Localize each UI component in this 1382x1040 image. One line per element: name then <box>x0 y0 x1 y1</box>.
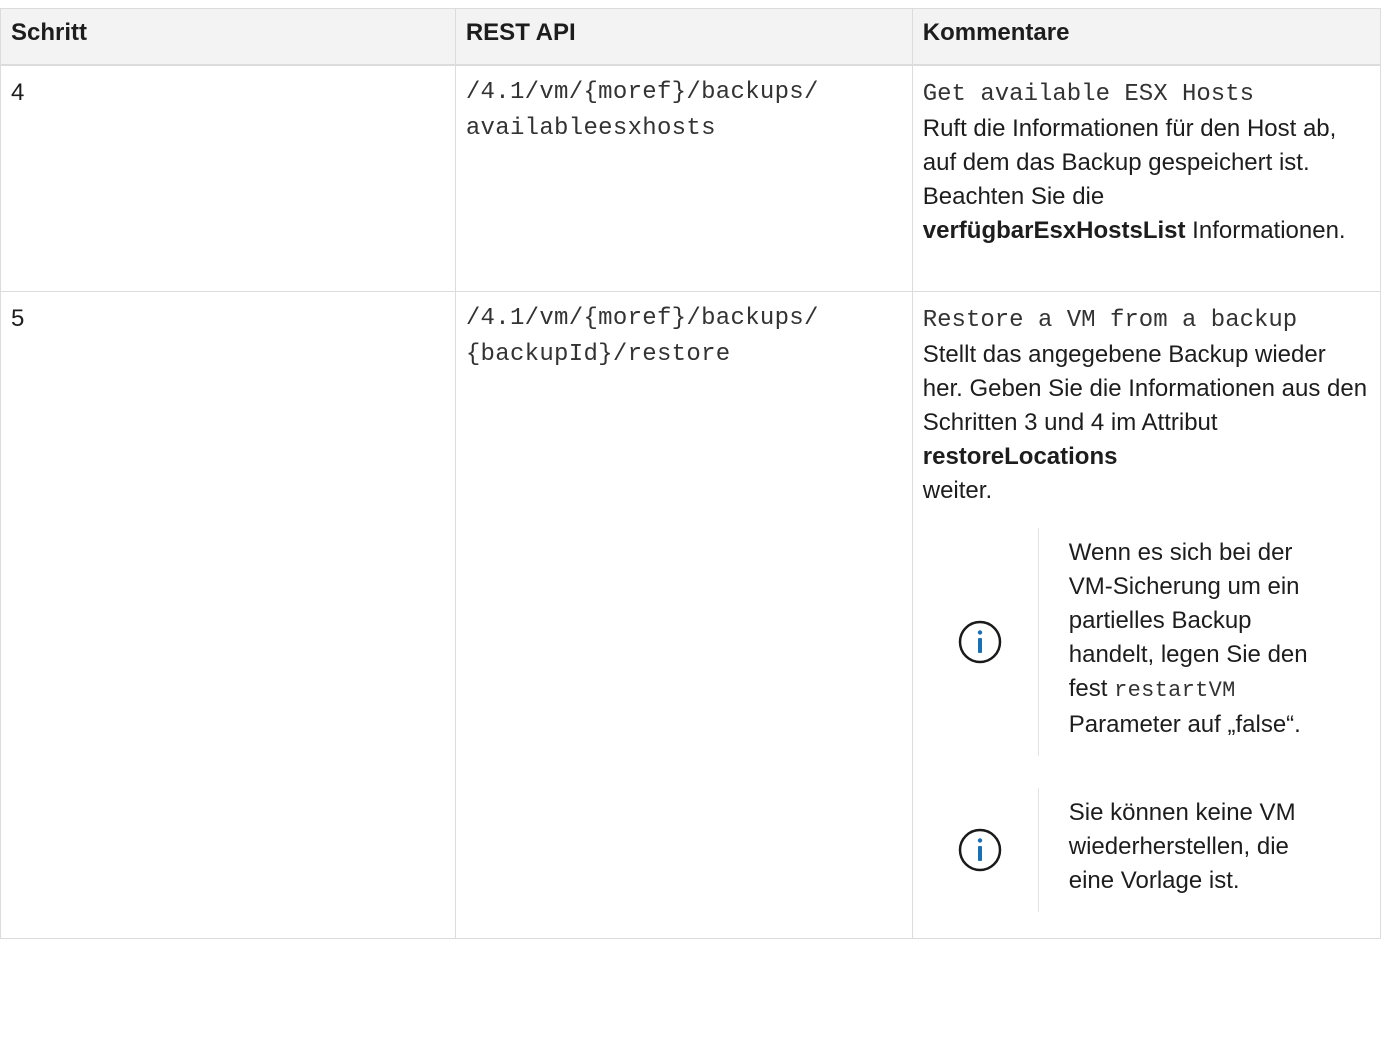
comment-text: Stellt das angegebene Backup wieder her.… <box>922 340 1368 436</box>
note-partial-backup: Wenn es sich bei der VM-Sicherung um ein… <box>923 527 1370 756</box>
table-header-row: Schritt REST API Kommentare <box>0 8 1382 66</box>
step-cell: 4 <box>0 64 456 292</box>
step-number: 4 <box>11 79 25 106</box>
note-text: Sie können keine VM wiederherstellen, di… <box>1037 787 1349 912</box>
note-template-vm: Sie können keine VM wiederherstellen, di… <box>923 787 1370 912</box>
api-cell: /4.1/vm/{moref}/backups/ {backupId}/rest… <box>454 290 913 939</box>
comment-bold-term: restoreLocations <box>922 442 1118 470</box>
comment-code: Restore a VM from a backup <box>922 306 1298 334</box>
note-text-after: Parameter auf „false“. <box>1068 710 1301 738</box>
info-circle-icon <box>959 828 1002 871</box>
comment-after: Informationen. <box>1192 217 1346 244</box>
info-circle-icon <box>959 620 1002 663</box>
api-path-line2: {backupId}/restore <box>465 340 731 368</box>
api-path-line2: availableesxhosts <box>465 115 716 142</box>
api-cell: /4.1/vm/{moref}/backups/ availableesxhos… <box>454 64 913 292</box>
note-code: restartVM <box>1114 677 1236 703</box>
comment-code: Get available ESX Hosts <box>922 81 1255 108</box>
comment-text: Ruft die Informationen für den Host ab, … <box>922 115 1337 210</box>
comment-cell: Restore a VM from a backup Stellt das an… <box>911 290 1382 939</box>
step-cell: 5 <box>0 290 456 939</box>
table-row: 5 /4.1/vm/{moref}/backups/ {backupId}/re… <box>0 290 1382 939</box>
api-path-line1: /4.1/vm/{moref}/backups/ <box>465 79 819 106</box>
header-step: Schritt <box>0 8 456 66</box>
note-text-content: Sie können keine VM wiederherstellen, di… <box>1068 798 1296 894</box>
note-text: Wenn es sich bei der VM-Sicherung um ein… <box>1037 527 1349 756</box>
rest-api-steps-table: Schritt REST API Kommentare 4 /4.1/vm/{m… <box>0 8 1382 939</box>
comment-cell: Get available ESX Hosts Ruft die Informa… <box>911 64 1382 292</box>
step-number: 5 <box>11 304 25 332</box>
header-rest-api: REST API <box>454 8 913 66</box>
api-path-line1: /4.1/vm/{moref}/backups/ <box>465 304 819 332</box>
comment-bold-term: verfügbarEsxHostsList <box>922 217 1186 244</box>
comment-after: weiter. <box>922 476 993 504</box>
header-comments: Kommentare <box>911 8 1382 66</box>
table-row: 4 /4.1/vm/{moref}/backups/ availableesxh… <box>0 64 1382 292</box>
